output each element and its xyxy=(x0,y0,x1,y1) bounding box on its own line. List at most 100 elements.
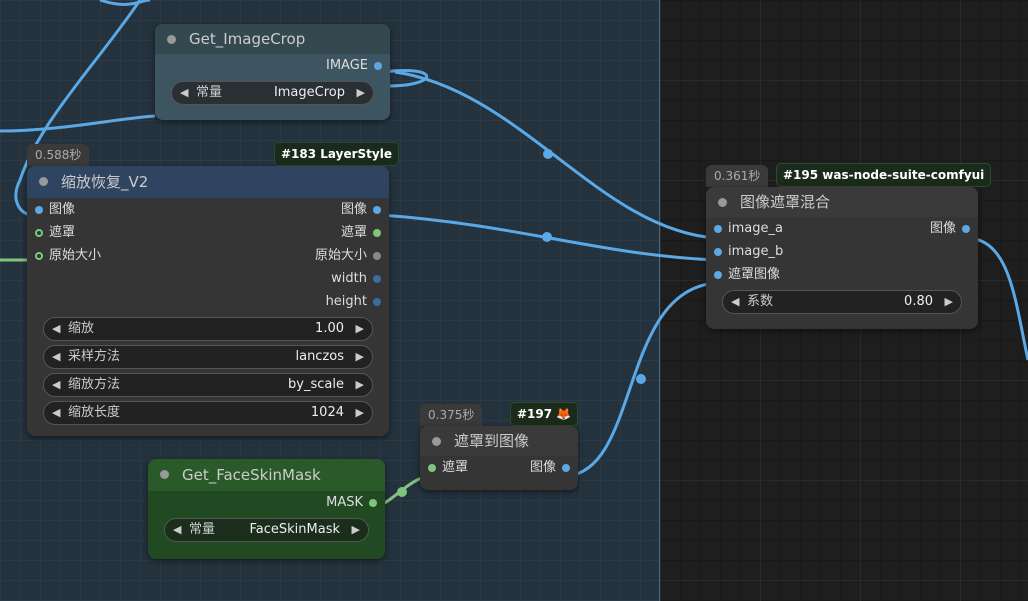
output-label: height xyxy=(325,294,367,309)
output-slot-image[interactable] xyxy=(374,62,382,70)
widget-label: 缩放 xyxy=(68,321,95,336)
widget-label: 缩放方法 xyxy=(68,377,121,392)
input-slot-image[interactable] xyxy=(35,206,43,214)
io-row: height xyxy=(27,290,389,313)
output-slot-mask[interactable] xyxy=(369,499,377,507)
right-arrow-icon[interactable]: ▶ xyxy=(356,402,364,424)
left-arrow-icon[interactable]: ◀ xyxy=(52,346,60,368)
output-slot-image[interactable] xyxy=(962,225,970,233)
right-arrow-icon[interactable]: ▶ xyxy=(945,291,953,313)
input-label: 遮罩图像 xyxy=(728,267,781,282)
collapse-dot-icon[interactable] xyxy=(160,470,169,479)
widget-value: 1024 xyxy=(310,405,344,420)
output-label: 图像 xyxy=(340,202,367,217)
factor-number-widget[interactable]: ◀ 系数 0.80 ▶ xyxy=(722,290,962,314)
input-label: image_a xyxy=(728,221,783,236)
output-row: MASK xyxy=(148,491,385,514)
widget-value: ImageCrop xyxy=(273,85,345,100)
scale-length-widget[interactable]: ◀ 缩放长度 1024 ▶ xyxy=(43,401,373,425)
input-label: 原始大小 xyxy=(49,248,102,263)
input-slot-original-size[interactable] xyxy=(35,252,43,260)
scale-number-widget[interactable]: ◀ 缩放 1.00 ▶ xyxy=(43,317,373,341)
node-id-badge: #183 LayerStyle xyxy=(274,142,399,166)
output-slot-height[interactable] xyxy=(373,298,381,306)
exec-time-badge: 0.361秒 xyxy=(706,165,769,187)
widget-value: 1.00 xyxy=(315,321,344,336)
input-label: 遮罩 xyxy=(49,225,76,240)
node-title-bar[interactable]: Get_FaceSkinMask xyxy=(148,459,385,491)
input-slot-image-b[interactable] xyxy=(714,248,722,256)
right-arrow-icon[interactable]: ▶ xyxy=(352,519,360,541)
node-scale-restore[interactable]: 缩放恢复_V2 图像 图像 遮罩 遮罩 原始大小 原始大小 width heig… xyxy=(27,166,389,436)
node-title: 缩放恢复_V2 xyxy=(61,173,149,191)
exec-time-badge: 0.588秒 xyxy=(27,144,90,166)
constant-combo[interactable]: ◀ 常量 FaceSkinMask ▶ xyxy=(164,518,369,542)
collapse-dot-icon[interactable] xyxy=(167,35,176,44)
right-arrow-icon[interactable]: ▶ xyxy=(356,346,364,368)
node-title-bar[interactable]: 图像遮罩混合 xyxy=(706,187,978,217)
widget-value: by_scale xyxy=(288,377,344,392)
node-image-mask-blend[interactable]: 图像遮罩混合 image_a 图像 image_b 遮罩图像 ◀ 系数 0.80… xyxy=(706,187,978,329)
output-slot-image[interactable] xyxy=(562,464,570,472)
scale-method-combo[interactable]: ◀ 缩放方法 by_scale ▶ xyxy=(43,373,373,397)
output-slot-original-size[interactable] xyxy=(373,252,381,260)
widget-label: 常量 xyxy=(196,85,223,100)
node-title: Get_FaceSkinMask xyxy=(182,466,321,484)
sampling-combo[interactable]: ◀ 采样方法 lanczos ▶ xyxy=(43,345,373,369)
widget-value: FaceSkinMask xyxy=(249,522,340,537)
right-arrow-icon[interactable]: ▶ xyxy=(356,374,364,396)
io-row: 原始大小 原始大小 xyxy=(27,244,389,267)
node-title: 图像遮罩混合 xyxy=(740,193,831,211)
output-label: 原始大小 xyxy=(314,248,367,263)
io-row: 遮罩图像 xyxy=(706,263,978,286)
input-slot-image-a[interactable] xyxy=(714,225,722,233)
node-id-badge: #195 was-node-suite-comfyui xyxy=(776,163,992,187)
input-slot-mask[interactable] xyxy=(35,229,43,237)
widget-value: 0.80 xyxy=(904,294,933,309)
output-label: MASK xyxy=(326,495,363,510)
node-get-face-skin-mask[interactable]: Get_FaceSkinMask MASK ◀ 常量 FaceSkinMask … xyxy=(148,459,385,559)
left-arrow-icon[interactable]: ◀ xyxy=(52,374,60,396)
collapse-dot-icon[interactable] xyxy=(39,177,48,186)
collapse-dot-icon[interactable] xyxy=(718,198,727,207)
left-arrow-icon[interactable]: ◀ xyxy=(52,402,60,424)
output-label: IMAGE xyxy=(325,58,368,73)
io-row: image_b xyxy=(706,240,978,263)
right-arrow-icon[interactable]: ▶ xyxy=(356,318,364,340)
widget-value: lanczos xyxy=(295,349,344,364)
io-row: 图像 图像 xyxy=(27,198,389,221)
node-get-image-crop[interactable]: Get_ImageCrop IMAGE ◀ 常量 ImageCrop ▶ xyxy=(155,24,390,120)
input-label: 图像 xyxy=(49,202,76,217)
widget-label: 常量 xyxy=(189,522,216,537)
node-canvas[interactable]: Get_ImageCrop IMAGE ◀ 常量 ImageCrop ▶ 0.5… xyxy=(0,0,1028,601)
widget-label: 系数 xyxy=(747,294,774,309)
output-slot-width[interactable] xyxy=(373,275,381,283)
node-title-bar[interactable]: Get_ImageCrop xyxy=(155,24,390,54)
node-mask-to-image[interactable]: 遮罩到图像 遮罩 图像 xyxy=(420,426,578,490)
io-row: image_a 图像 xyxy=(706,217,978,240)
exec-time-badge: 0.375秒 xyxy=(420,404,483,426)
input-slot-mask[interactable] xyxy=(428,464,436,472)
output-slot-image[interactable] xyxy=(373,206,381,214)
node-title-bar[interactable]: 遮罩到图像 xyxy=(420,426,578,456)
node-title-bar[interactable]: 缩放恢复_V2 xyxy=(27,166,389,198)
node-title: Get_ImageCrop xyxy=(189,30,306,48)
collapse-dot-icon[interactable] xyxy=(432,437,441,446)
output-row: IMAGE xyxy=(155,54,390,77)
node-title: 遮罩到图像 xyxy=(454,432,530,450)
input-label: 遮罩 xyxy=(442,460,469,475)
output-slot-mask[interactable] xyxy=(373,229,381,237)
constant-combo[interactable]: ◀ 常量 ImageCrop ▶ xyxy=(171,81,374,105)
right-arrow-icon[interactable]: ▶ xyxy=(357,82,365,104)
widget-label: 缩放长度 xyxy=(68,405,121,420)
left-arrow-icon[interactable]: ◀ xyxy=(173,519,181,541)
left-arrow-icon[interactable]: ◀ xyxy=(180,82,188,104)
io-row: 遮罩 图像 xyxy=(420,456,578,479)
left-arrow-icon[interactable]: ◀ xyxy=(52,318,60,340)
node-id-badge: #197 🦊 xyxy=(510,402,579,426)
io-row: 遮罩 遮罩 xyxy=(27,221,389,244)
output-label: 遮罩 xyxy=(340,225,367,240)
left-arrow-icon[interactable]: ◀ xyxy=(731,291,739,313)
input-slot-mask-image[interactable] xyxy=(714,271,722,279)
output-label: 图像 xyxy=(929,221,956,236)
